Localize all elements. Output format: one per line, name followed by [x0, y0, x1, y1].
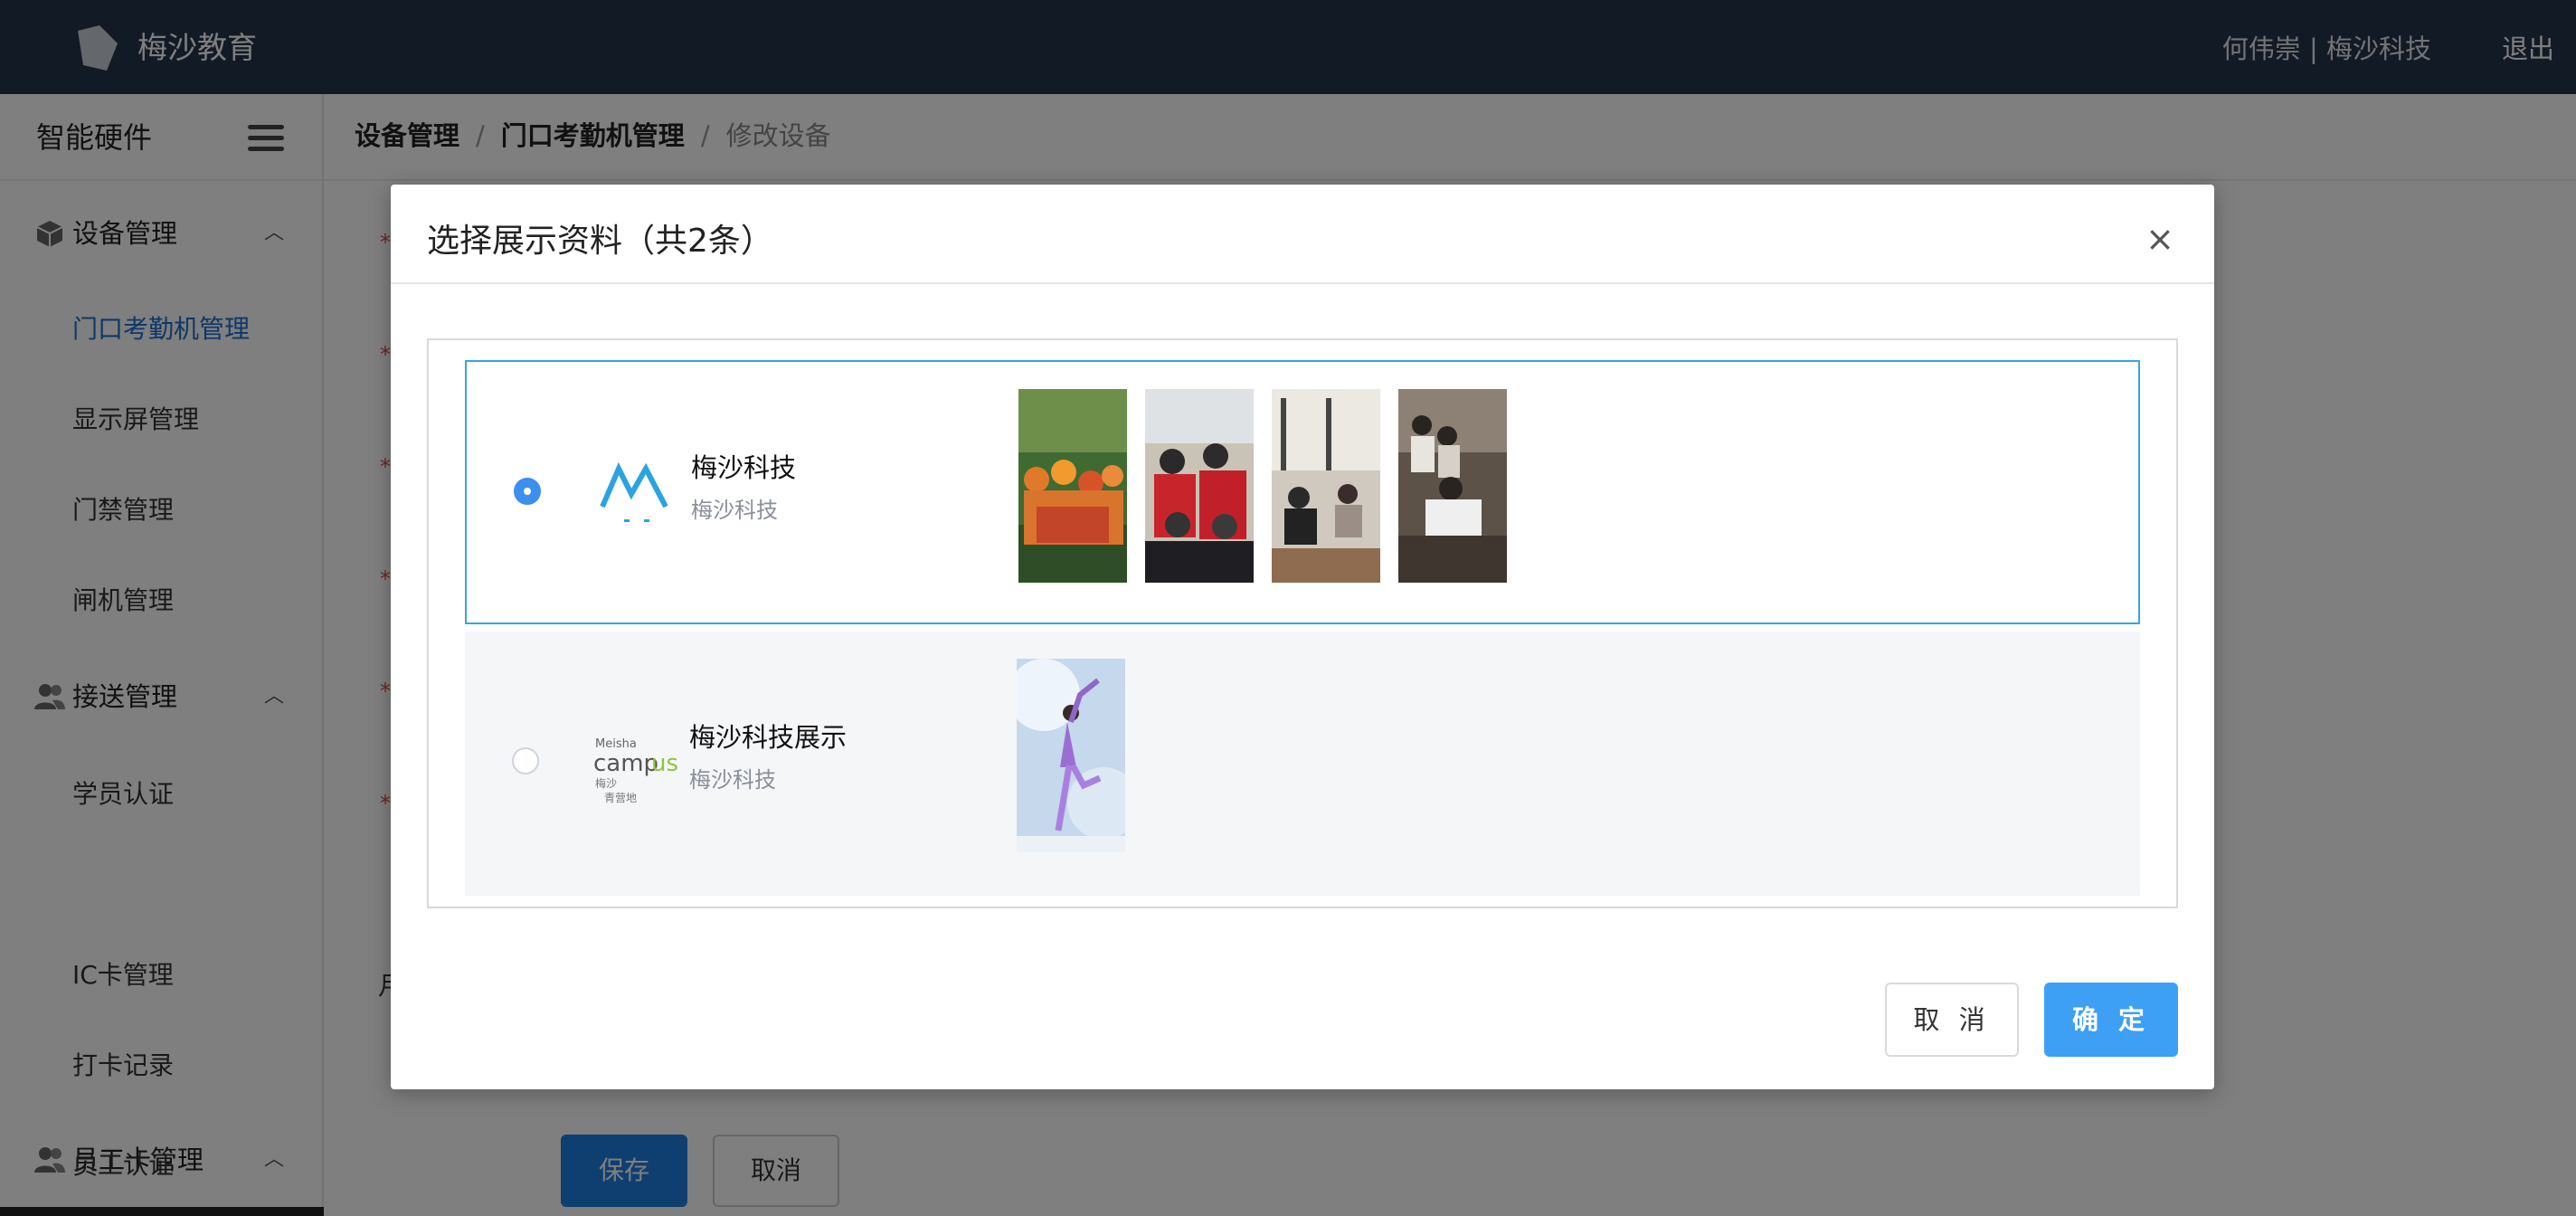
logo-word: 梅沙 [595, 776, 617, 790]
material-list: 梅沙科技 梅沙科技 Meisha camp us 梅沙 青营地 梅沙科技展示 梅… [427, 338, 2178, 908]
team-photo [1398, 389, 1507, 583]
group-hiking-photo [1018, 389, 1127, 583]
select-material-dialog: 选择展示资料（共2条） × 梅沙科技 梅沙科技 Meisha camp us 梅… [391, 185, 2214, 1089]
material-subtitle: 梅沙科技 [689, 767, 776, 793]
radio-unselected[interactable] [512, 747, 539, 774]
material-card[interactable]: 梅沙科技 梅沙科技 [465, 360, 2140, 624]
logo-word: Meisha [595, 737, 637, 751]
meisha-mountain-logo-icon [600, 461, 668, 522]
material-card[interactable]: Meisha camp us 梅沙 青营地 梅沙科技展示 梅沙科技 [465, 632, 2140, 896]
close-icon[interactable]: × [2142, 221, 2178, 257]
logo-word: us [651, 750, 678, 777]
dialog-cancel-button[interactable]: 取 消 [1885, 983, 2019, 1057]
dialog-header-divider [391, 282, 2214, 284]
dialog-title: 选择展示资料（共2条） [427, 223, 773, 260]
material-name: 梅沙科技 [691, 452, 797, 483]
dancer-photo [1017, 659, 1125, 852]
logo-word: camp [593, 750, 658, 777]
dialog-confirm-button[interactable]: 确 定 [2044, 983, 2178, 1057]
meisha-campus-logo-icon: Meisha camp us 梅沙 青营地 [593, 737, 678, 804]
material-name: 梅沙科技展示 [689, 722, 848, 753]
radio-selected[interactable] [514, 478, 541, 505]
group-cheering-photo [1145, 389, 1254, 583]
meeting-room-photo [1272, 389, 1380, 583]
app-root: 梅沙教育 何伟崇 | 梅沙科技 退出 智能硬件 设备管理 ︿ 门口考勤机管理 显… [0, 0, 2576, 1216]
logo-word: 青营地 [604, 792, 637, 804]
material-subtitle: 梅沙科技 [691, 498, 778, 523]
